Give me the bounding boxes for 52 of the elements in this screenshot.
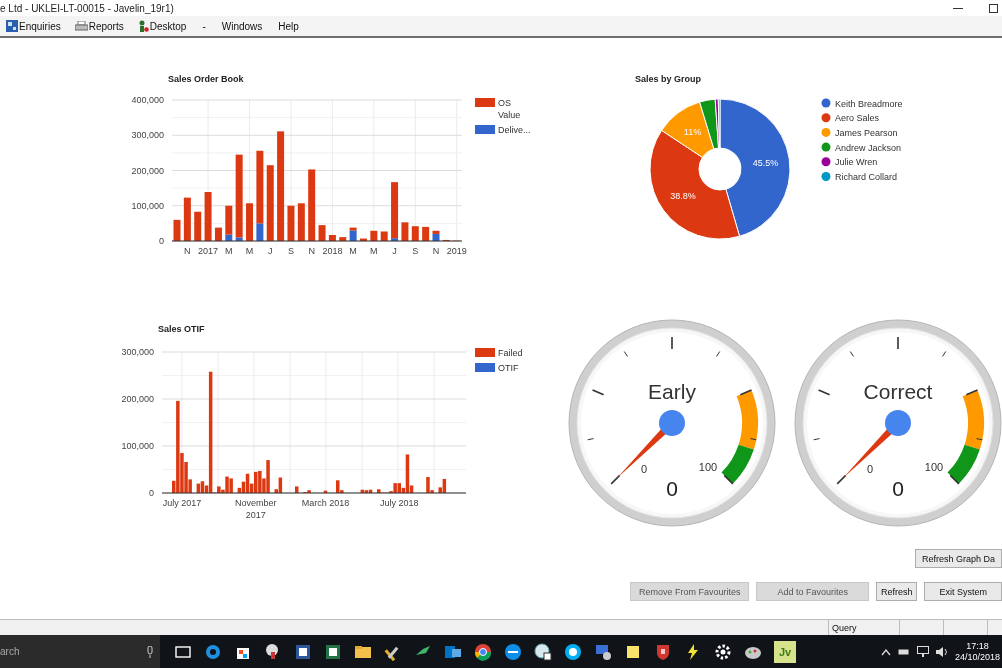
axis-label: S (287, 246, 294, 256)
legend-label: Failed (498, 348, 523, 358)
legend-label: Delive... (498, 125, 531, 135)
axis-label: J (268, 246, 273, 256)
axis-label: N (308, 246, 315, 256)
axis-label: 200,000 (121, 394, 154, 404)
gauge-readout: 0 (666, 477, 678, 500)
axis-label: 300,000 (131, 130, 164, 141)
chart-title: Sales OTIF (158, 324, 205, 334)
axis-label: July 2017 (162, 498, 202, 508)
axis-label: N (184, 246, 191, 256)
legend-label: Richard Collard (835, 172, 898, 182)
legend-label: OS Value (498, 98, 521, 120)
slice-label: 11% (683, 127, 702, 138)
gauge-label: Early (648, 380, 696, 403)
legend-label: OTIF (498, 363, 519, 373)
axis-label: M (349, 246, 357, 256)
axis-label: J (392, 246, 397, 256)
axis-label: S (412, 246, 419, 256)
gauge-label: Correct (863, 380, 933, 403)
legend-label: James Pearson (835, 127, 898, 138)
scale-label: 100 (924, 461, 944, 473)
slice-label: 38.8% (670, 191, 696, 202)
axis-label: 0 (159, 236, 164, 246)
axis-label: 200,000 (131, 165, 164, 176)
axis-label: 400,000 (131, 95, 164, 105)
axis-label: M (370, 246, 378, 256)
chart-title: Sales Order Book (168, 74, 244, 84)
axis-label: 300,000 (121, 347, 154, 357)
legend-label: Keith Breadmore (835, 98, 903, 109)
axis-label: November 2017 (235, 498, 277, 520)
axis-label: July 2018 (380, 498, 419, 508)
axis-label: March 2018 (301, 498, 350, 508)
axis-label: M (225, 246, 233, 256)
axis-label: 100,000 (131, 200, 164, 211)
axis-label: 2018 (322, 246, 343, 256)
gauge-readout: 0 (892, 477, 904, 500)
axis-label: N (432, 246, 440, 256)
axis-label: 0 (149, 488, 154, 498)
slice-label: 45.5% (752, 157, 779, 168)
legend-label: Andrew Jackson (835, 142, 902, 153)
chart-title: Sales by Group (635, 74, 702, 84)
axis-label: 2019 (446, 246, 467, 256)
scale-label: 100 (698, 461, 718, 473)
axis-label: 2017 (198, 246, 219, 256)
scale-label: 0 (640, 463, 648, 475)
legend-label: Aero Sales (835, 113, 880, 124)
window-title: e Ltd - UKLEI-LT-00015 - Javelin_19r1) (0, 2, 174, 14)
scale-label: 0 (866, 463, 874, 475)
axis-label: M (245, 246, 254, 256)
axis-label: 100,000 (121, 441, 154, 451)
legend-label: Julie Wren (835, 157, 878, 168)
